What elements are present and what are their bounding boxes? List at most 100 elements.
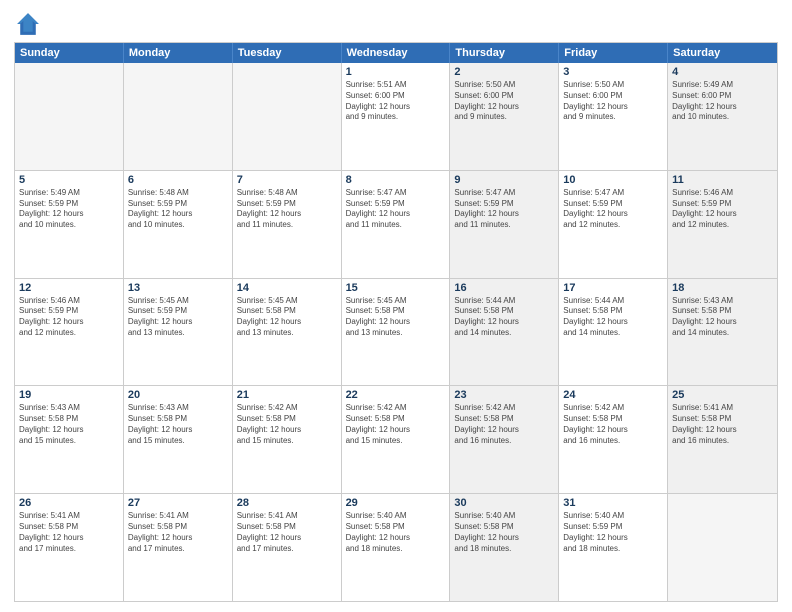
header-day-friday: Friday <box>559 43 668 63</box>
cell-info: Sunrise: 5:42 AM Sunset: 5:58 PM Dayligh… <box>563 403 663 446</box>
day-number: 29 <box>346 497 446 509</box>
cell-info: Sunrise: 5:47 AM Sunset: 5:59 PM Dayligh… <box>454 188 554 231</box>
calendar-cell: 15 Sunrise: 5:45 AM Sunset: 5:58 PM Dayli… <box>342 279 451 386</box>
cell-info: Sunrise: 5:45 AM Sunset: 5:58 PM Dayligh… <box>237 296 337 339</box>
day-number: 15 <box>346 282 446 294</box>
day-number: 8 <box>346 174 446 186</box>
header-day-wednesday: Wednesday <box>342 43 451 63</box>
cell-info: Sunrise: 5:41 AM Sunset: 5:58 PM Dayligh… <box>237 511 337 554</box>
day-number: 16 <box>454 282 554 294</box>
calendar-cell: 28Sunrise: 5:41 AM Sunset: 5:58 PM Dayli… <box>233 494 342 601</box>
cell-info: Sunrise: 5:47 AM Sunset: 5:59 PM Dayligh… <box>563 188 663 231</box>
cell-info: Sunrise: 5:41 AM Sunset: 5:58 PM Dayligh… <box>19 511 119 554</box>
calendar-cell: 1Sunrise: 5:51 AM Sunset: 6:00 PM Daylig… <box>342 63 451 170</box>
calendar-cell: 25 Sunrise: 5:41 AM Sunset: 5:58 PM Dayli… <box>668 386 777 493</box>
day-number: 27 <box>128 497 228 509</box>
day-number: 9 <box>454 174 554 186</box>
cell-info: Sunrise: 5:40 AM Sunset: 5:59 PM Dayligh… <box>563 511 663 554</box>
calendar-cell: 18 Sunrise: 5:43 AM Sunset: 5:58 PM Dayli… <box>668 279 777 386</box>
day-number: 6 <box>128 174 228 186</box>
calendar-cell <box>233 63 342 170</box>
day-number: 23 <box>454 389 554 401</box>
calendar-cell: 21 Sunrise: 5:42 AM Sunset: 5:58 PM Dayli… <box>233 386 342 493</box>
cell-info: Sunrise: 5:46 AM Sunset: 5:59 PM Dayligh… <box>672 188 773 231</box>
day-number: 3 <box>563 66 663 78</box>
calendar-cell: 6Sunrise: 5:48 AM Sunset: 5:59 PM Daylig… <box>124 171 233 278</box>
header-day-sunday: Sunday <box>15 43 124 63</box>
logo <box>14 10 46 38</box>
day-number: 14 <box>237 282 337 294</box>
calendar-cell: 26 Sunrise: 5:41 AM Sunset: 5:58 PM Dayli… <box>15 494 124 601</box>
calendar-cell <box>124 63 233 170</box>
page: SundayMondayTuesdayWednesdayThursdayFrid… <box>0 0 792 612</box>
cell-info: Sunrise: 5:45 AM Sunset: 5:59 PM Dayligh… <box>128 296 228 339</box>
day-number: 24 <box>563 389 663 401</box>
header-day-tuesday: Tuesday <box>233 43 342 63</box>
day-number: 1 <box>346 66 446 78</box>
day-number: 21 <box>237 389 337 401</box>
cell-info: Sunrise: 5:43 AM Sunset: 5:58 PM Dayligh… <box>672 296 773 339</box>
day-number: 30 <box>454 497 554 509</box>
cell-info: Sunrise: 5:47 AM Sunset: 5:59 PM Dayligh… <box>346 188 446 231</box>
calendar-cell: 24 Sunrise: 5:42 AM Sunset: 5:58 PM Dayli… <box>559 386 668 493</box>
calendar-cell: 9 Sunrise: 5:47 AM Sunset: 5:59 PM Daylig… <box>450 171 559 278</box>
day-number: 13 <box>128 282 228 294</box>
calendar-cell: 3 Sunrise: 5:50 AM Sunset: 6:00 PM Daylig… <box>559 63 668 170</box>
calendar-cell: 13 Sunrise: 5:45 AM Sunset: 5:59 PM Dayli… <box>124 279 233 386</box>
calendar-cell: 27 Sunrise: 5:41 AM Sunset: 5:58 PM Dayli… <box>124 494 233 601</box>
day-number: 17 <box>563 282 663 294</box>
cell-info: Sunrise: 5:40 AM Sunset: 5:58 PM Dayligh… <box>454 511 554 554</box>
calendar-cell: 20 Sunrise: 5:43 AM Sunset: 5:58 PM Dayli… <box>124 386 233 493</box>
header-day-saturday: Saturday <box>668 43 777 63</box>
calendar-cell: 30 Sunrise: 5:40 AM Sunset: 5:58 PM Dayli… <box>450 494 559 601</box>
calendar-cell: 31 Sunrise: 5:40 AM Sunset: 5:59 PM Dayli… <box>559 494 668 601</box>
calendar: SundayMondayTuesdayWednesdayThursdayFrid… <box>14 42 778 602</box>
calendar-cell: 12 Sunrise: 5:46 AM Sunset: 5:59 PM Dayli… <box>15 279 124 386</box>
cell-info: Sunrise: 5:44 AM Sunset: 5:58 PM Dayligh… <box>563 296 663 339</box>
calendar-cell: 22Sunrise: 5:42 AM Sunset: 5:58 PM Dayli… <box>342 386 451 493</box>
day-number: 10 <box>563 174 663 186</box>
cell-info: Sunrise: 5:45 AM Sunset: 5:58 PM Dayligh… <box>346 296 446 339</box>
day-number: 22 <box>346 389 446 401</box>
cell-info: Sunrise: 5:50 AM Sunset: 6:00 PM Dayligh… <box>563 80 663 123</box>
cell-info: Sunrise: 5:43 AM Sunset: 5:58 PM Dayligh… <box>19 403 119 446</box>
day-number: 12 <box>19 282 119 294</box>
calendar-cell: 5Sunrise: 5:49 AM Sunset: 5:59 PM Daylig… <box>15 171 124 278</box>
calendar-cell: 17 Sunrise: 5:44 AM Sunset: 5:58 PM Dayli… <box>559 279 668 386</box>
calendar-cell: 2Sunrise: 5:50 AM Sunset: 6:00 PM Daylig… <box>450 63 559 170</box>
logo-icon <box>14 10 42 38</box>
day-number: 4 <box>672 66 773 78</box>
header <box>14 10 778 38</box>
day-number: 25 <box>672 389 773 401</box>
calendar-cell: 14 Sunrise: 5:45 AM Sunset: 5:58 PM Dayli… <box>233 279 342 386</box>
calendar-cell: 29 Sunrise: 5:40 AM Sunset: 5:58 PM Dayli… <box>342 494 451 601</box>
day-number: 31 <box>563 497 663 509</box>
calendar-cell: 4Sunrise: 5:49 AM Sunset: 6:00 PM Daylig… <box>668 63 777 170</box>
day-number: 2 <box>454 66 554 78</box>
cell-info: Sunrise: 5:40 AM Sunset: 5:58 PM Dayligh… <box>346 511 446 554</box>
cell-info: Sunrise: 5:42 AM Sunset: 5:58 PM Dayligh… <box>237 403 337 446</box>
day-number: 11 <box>672 174 773 186</box>
calendar-body: 1Sunrise: 5:51 AM Sunset: 6:00 PM Daylig… <box>15 63 777 601</box>
calendar-row: 26 Sunrise: 5:41 AM Sunset: 5:58 PM Dayli… <box>15 493 777 601</box>
calendar-cell: 7Sunrise: 5:48 AM Sunset: 5:59 PM Daylig… <box>233 171 342 278</box>
cell-info: Sunrise: 5:43 AM Sunset: 5:58 PM Dayligh… <box>128 403 228 446</box>
header-day-monday: Monday <box>124 43 233 63</box>
calendar-cell: 19 Sunrise: 5:43 AM Sunset: 5:58 PM Dayli… <box>15 386 124 493</box>
cell-info: Sunrise: 5:41 AM Sunset: 5:58 PM Dayligh… <box>672 403 773 446</box>
calendar-cell: 8 Sunrise: 5:47 AM Sunset: 5:59 PM Daylig… <box>342 171 451 278</box>
calendar-header: SundayMondayTuesdayWednesdayThursdayFrid… <box>15 43 777 63</box>
cell-info: Sunrise: 5:46 AM Sunset: 5:59 PM Dayligh… <box>19 296 119 339</box>
header-day-thursday: Thursday <box>450 43 559 63</box>
day-number: 18 <box>672 282 773 294</box>
cell-info: Sunrise: 5:41 AM Sunset: 5:58 PM Dayligh… <box>128 511 228 554</box>
cell-info: Sunrise: 5:44 AM Sunset: 5:58 PM Dayligh… <box>454 296 554 339</box>
calendar-row: 12 Sunrise: 5:46 AM Sunset: 5:59 PM Dayli… <box>15 278 777 386</box>
day-number: 19 <box>19 389 119 401</box>
day-number: 26 <box>19 497 119 509</box>
day-number: 5 <box>19 174 119 186</box>
calendar-cell: 10 Sunrise: 5:47 AM Sunset: 5:59 PM Dayli… <box>559 171 668 278</box>
day-number: 20 <box>128 389 228 401</box>
cell-info: Sunrise: 5:42 AM Sunset: 5:58 PM Dayligh… <box>454 403 554 446</box>
calendar-cell: 11 Sunrise: 5:46 AM Sunset: 5:59 PM Dayli… <box>668 171 777 278</box>
